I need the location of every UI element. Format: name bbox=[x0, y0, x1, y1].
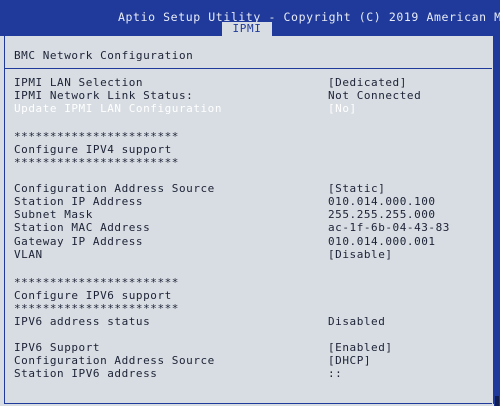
station-ipv6-value: :: bbox=[328, 367, 343, 380]
ipv6-support-value[interactable]: [Enabled] bbox=[328, 341, 393, 354]
station-mac-value: ac-1f-6b-04-43-83 bbox=[328, 221, 450, 234]
lan-selection-label: IPMI LAN Selection bbox=[14, 76, 144, 89]
title-bar: Aptio Setup Utility - Copyright (C) 2019… bbox=[0, 0, 500, 36]
link-status-label: IPMI Network Link Status: bbox=[14, 89, 194, 102]
station-ip-label: Station IP Address bbox=[14, 195, 144, 208]
link-status-value: Not Connected bbox=[328, 89, 422, 102]
ipv6-heading: Configure IPV6 support bbox=[14, 289, 172, 302]
bottom-divider bbox=[4, 403, 492, 404]
tab-ipmi[interactable]: IPMI bbox=[222, 22, 272, 36]
subnet-mask-label: Subnet Mask bbox=[14, 208, 93, 221]
ipv4-stars-top: *********************** bbox=[14, 130, 179, 143]
ipv6-address-status-value: Disabled bbox=[328, 315, 386, 328]
ipv6-address-source-value[interactable]: [DHCP] bbox=[328, 354, 371, 367]
ipv4-stars-bottom: *********************** bbox=[14, 156, 179, 169]
ipv6-support-label: IPV6 Support bbox=[14, 341, 101, 354]
station-mac-label: Station MAC Address bbox=[14, 221, 151, 234]
update-lan-config-label[interactable]: Update IPMI LAN Configuration bbox=[14, 102, 222, 115]
ipv6-stars-top: *********************** bbox=[14, 276, 179, 289]
gateway-ip-value[interactable]: 010.014.000.001 bbox=[328, 235, 436, 248]
page-title: BMC Network Configuration bbox=[14, 49, 194, 62]
header-divider bbox=[4, 68, 492, 69]
vlan-value[interactable]: [Disable] bbox=[328, 248, 393, 261]
ipv6-address-status-label: IPV6 address status bbox=[14, 315, 151, 328]
ipv6-address-source-label: Configuration Address Source bbox=[14, 354, 215, 367]
subnet-mask-value[interactable]: 255.255.255.000 bbox=[328, 208, 436, 221]
gateway-ip-label: Gateway IP Address bbox=[14, 235, 144, 248]
app-title: Aptio Setup Utility - Copyright (C) 2019… bbox=[118, 10, 500, 24]
scrollbar-thumb[interactable] bbox=[495, 396, 499, 406]
ipv6-stars-bottom: *********************** bbox=[14, 302, 179, 315]
ipv4-address-source-label: Configuration Address Source bbox=[14, 182, 215, 195]
vlan-label: VLAN bbox=[14, 248, 43, 261]
lan-selection-value[interactable]: [Dedicated] bbox=[328, 76, 407, 89]
station-ipv6-label: Station IPV6 address bbox=[14, 367, 158, 380]
bios-screen: Aptio Setup Utility - Copyright (C) 2019… bbox=[0, 0, 500, 406]
update-lan-config-value[interactable]: [No] bbox=[328, 102, 357, 115]
station-ip-value[interactable]: 010.014.000.100 bbox=[328, 195, 436, 208]
ipv4-address-source-value[interactable]: [Static] bbox=[328, 182, 385, 195]
scrollbar[interactable] bbox=[494, 36, 500, 406]
ipv4-heading: Configure IPV4 support bbox=[14, 143, 172, 156]
